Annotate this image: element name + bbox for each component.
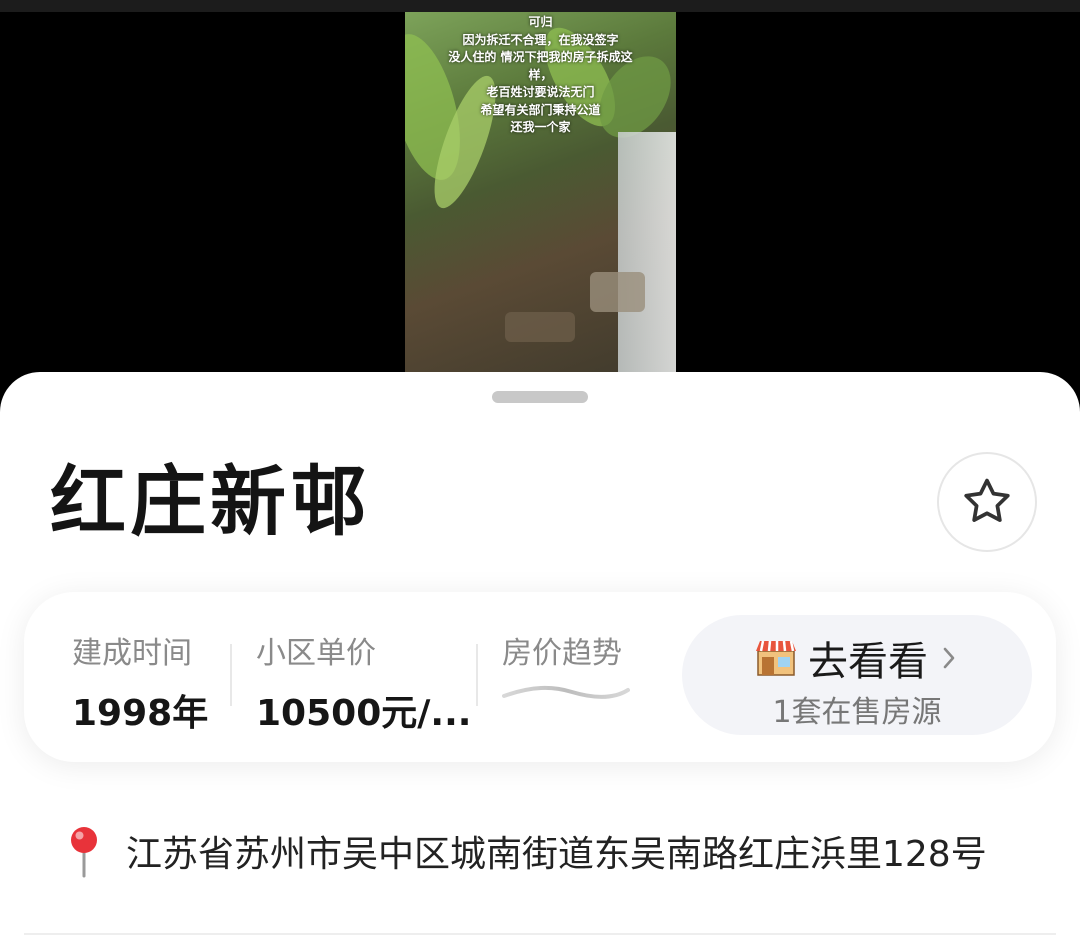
caption-line: 没人住的 情况下把我的房子拆成这	[448, 50, 633, 64]
caption-line: 可归	[528, 15, 553, 29]
divider	[230, 644, 232, 706]
shop-icon	[756, 640, 796, 676]
community-stats-card: 建成时间 1998年 小区单价 10500元/... 房价趋势 去看看 1套在售…	[24, 592, 1056, 762]
favorite-button[interactable]	[937, 452, 1037, 552]
view-listings-label: 去看看	[808, 639, 928, 685]
address-row[interactable]: 江苏省苏州市吴中区城南街道东吴南路红庄浜里128号	[62, 824, 987, 878]
divider	[476, 644, 478, 706]
price-trend-label: 房价趋势	[502, 636, 622, 671]
rubble	[505, 312, 575, 342]
video-frame[interactable]: 可归 因为拆迁不合理，在我没签字 没人住的 情况下把我的房子拆成这 样， 老百姓…	[405, 12, 676, 374]
address-text: 江苏省苏州市吴中区城南街道东吴南路红庄浜里128号	[126, 834, 987, 875]
video-caption: 可归 因为拆迁不合理，在我没签字 没人住的 情况下把我的房子拆成这 样， 老百姓…	[405, 14, 676, 137]
caption-line: 希望有关部门秉持公道	[480, 102, 601, 117]
caption-line: 老百姓讨要说法无门	[486, 85, 595, 99]
unit-price-label: 小区单价	[256, 636, 376, 671]
wall	[618, 132, 676, 374]
caption-line: 还我一个家	[510, 120, 571, 134]
drag-handle[interactable]	[492, 391, 588, 403]
trend-sparkline-icon	[502, 685, 630, 699]
unit-price-value: 10500元/...	[256, 693, 472, 734]
star-outline-icon	[964, 478, 1010, 522]
community-title: 红庄新邨	[50, 457, 370, 546]
build-year-value: 1998年	[72, 693, 209, 734]
chevron-right-icon	[943, 647, 955, 669]
status-strip	[0, 0, 1080, 12]
video-player[interactable]: 可归 因为拆迁不合理，在我没签字 没人住的 情况下把我的房子拆成这 样， 老百姓…	[0, 0, 1080, 420]
location-pin-icon	[71, 827, 97, 878]
listings-count: 1套在售房源	[772, 695, 942, 730]
rubble	[590, 272, 645, 312]
view-listings-title: 去看看	[754, 629, 956, 687]
divider	[24, 933, 1056, 935]
caption-line: 因为拆迁不合理，在我没签字	[462, 32, 619, 47]
community-detail-sheet: 红庄新邨 建成时间 1998年 小区单价 10500元/... 房价趋势 去看看…	[0, 372, 1080, 946]
caption-line: 样，	[528, 67, 553, 82]
view-listings-button[interactable]: 去看看 1套在售房源	[682, 615, 1032, 735]
build-year-label: 建成时间	[72, 636, 192, 671]
